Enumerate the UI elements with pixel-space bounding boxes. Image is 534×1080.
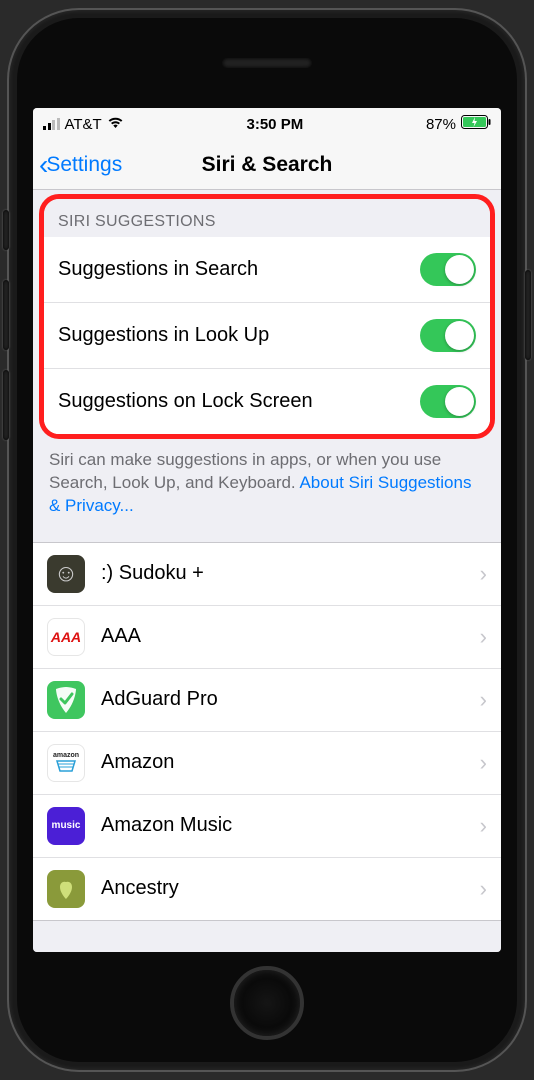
app-row-aaa[interactable]: AAA AAA › (33, 606, 501, 669)
suggestions-group: Suggestions in Search Suggestions in Loo… (44, 237, 490, 434)
app-icon: AAA (47, 618, 85, 656)
speaker-grille (222, 58, 312, 68)
toggle-switch[interactable] (420, 253, 476, 286)
chevron-right-icon: › (480, 813, 487, 839)
chevron-right-icon: › (480, 687, 487, 713)
app-icon (47, 870, 85, 908)
battery-percent: 87% (426, 116, 456, 133)
phone-frame: AT&T 3:50 PM 87% (9, 10, 525, 1070)
volume-down (3, 370, 9, 440)
signal-strength-icon (43, 118, 60, 130)
app-name: :) Sudoku + (101, 562, 464, 585)
back-label: Settings (46, 153, 122, 177)
power-button (525, 270, 531, 360)
content-scroll[interactable]: SIRI SUGGESTIONS Suggestions in Search S… (33, 190, 501, 952)
row-suggestions-lockscreen[interactable]: Suggestions on Lock Screen (44, 369, 490, 434)
chevron-right-icon: › (480, 624, 487, 650)
app-list: ☺ :) Sudoku + › AAA AAA › AdGuard Pro (33, 542, 501, 921)
clock: 3:50 PM (247, 116, 304, 133)
toggle-switch[interactable] (420, 385, 476, 418)
back-button[interactable]: ‹ Settings (39, 140, 122, 189)
battery-icon (461, 115, 491, 133)
home-button[interactable] (230, 966, 304, 1040)
row-label: Suggestions on Lock Screen (58, 390, 313, 413)
app-name: Ancestry (101, 877, 464, 900)
row-suggestions-search[interactable]: Suggestions in Search (44, 237, 490, 303)
chevron-right-icon: › (480, 876, 487, 902)
chevron-right-icon: › (480, 750, 487, 776)
app-name: Amazon Music (101, 814, 464, 837)
chevron-right-icon: › (480, 561, 487, 587)
app-row-adguard[interactable]: AdGuard Pro › (33, 669, 501, 732)
wifi-icon (107, 116, 124, 133)
highlight-annotation: SIRI SUGGESTIONS Suggestions in Search S… (39, 194, 495, 439)
app-row-amazon[interactable]: amazon Amazon › (33, 732, 501, 795)
section-header-suggestions: SIRI SUGGESTIONS (44, 199, 490, 237)
app-icon: music (47, 807, 85, 845)
toggle-switch[interactable] (420, 319, 476, 352)
screen: AT&T 3:50 PM 87% (33, 108, 501, 952)
app-name: Amazon (101, 751, 464, 774)
app-name: AdGuard Pro (101, 688, 464, 711)
app-icon (47, 681, 85, 719)
app-row-sudoku[interactable]: ☺ :) Sudoku + › (33, 543, 501, 606)
volume-up (3, 280, 9, 350)
page-title: Siri & Search (202, 153, 333, 177)
section-footer-suggestions: Siri can make suggestions in apps, or wh… (33, 439, 501, 542)
row-label: Suggestions in Search (58, 258, 258, 281)
mute-switch (3, 210, 9, 250)
row-suggestions-lookup[interactable]: Suggestions in Look Up (44, 303, 490, 369)
app-icon: ☺ (47, 555, 85, 593)
app-name: AAA (101, 625, 464, 648)
carrier-label: AT&T (65, 116, 102, 133)
row-label: Suggestions in Look Up (58, 324, 269, 347)
app-row-ancestry[interactable]: Ancestry › (33, 858, 501, 920)
nav-bar: ‹ Settings Siri & Search (33, 140, 501, 190)
app-icon: amazon (47, 744, 85, 782)
app-row-amazon-music[interactable]: music Amazon Music › (33, 795, 501, 858)
status-bar: AT&T 3:50 PM 87% (33, 108, 501, 140)
